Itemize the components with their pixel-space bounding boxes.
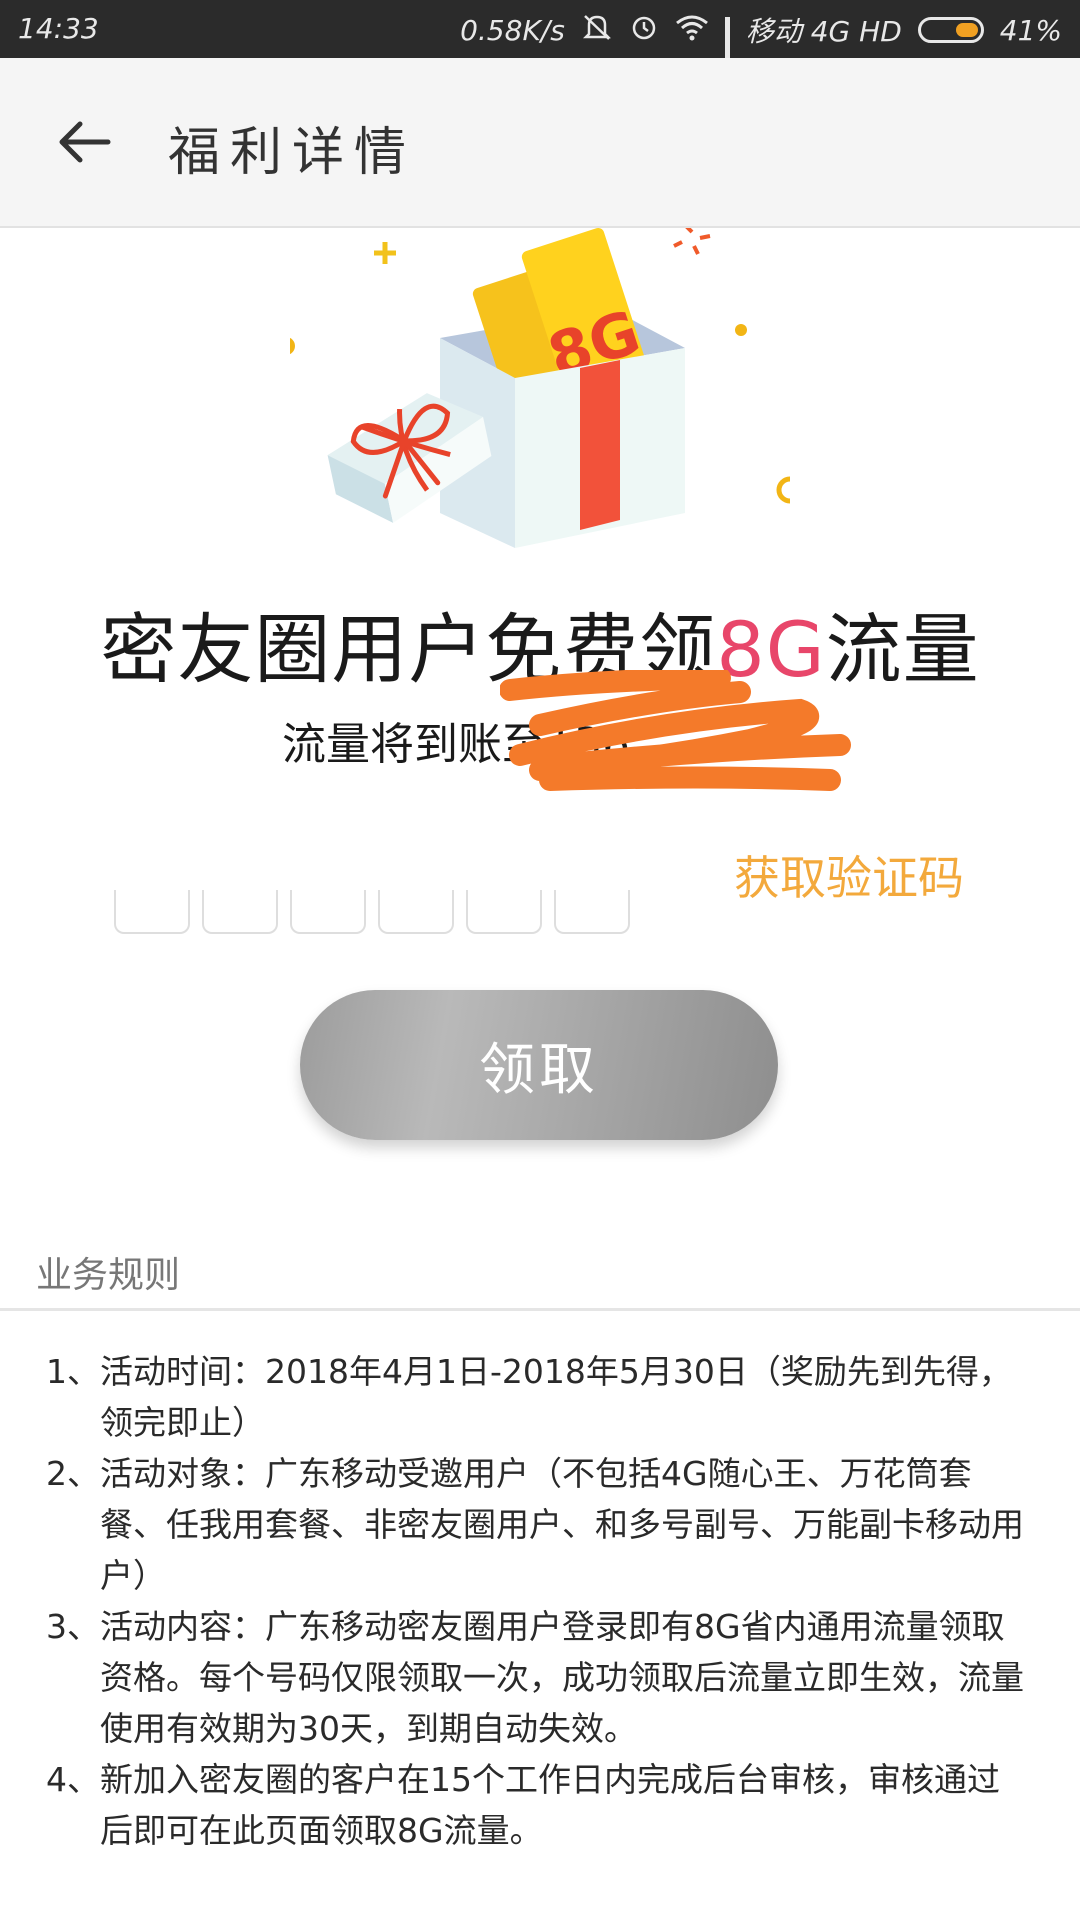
mute-icon: [581, 12, 613, 49]
get-code-button[interactable]: 获取验证码: [734, 842, 964, 908]
rule-item: 3、 活动内容：广东移动密友圈用户登录即有8G省内通用流量领取资格。每个号码仅限…: [46, 1601, 1026, 1754]
sparkle-dot-icon: [277, 337, 295, 355]
status-bar: 14:33 0.58K/s 移动 4G HD 41%: [0, 0, 1080, 113]
gift-box-illustration: 8G: [277, 224, 804, 558]
back-arrow-icon[interactable]: [56, 120, 112, 164]
rule-item: 4、 新加入密友圈的客户在15个工作日内完成后台审核，审核通过后即可在此页面领取…: [46, 1754, 1026, 1856]
rule-number: 1、: [46, 1352, 100, 1391]
rule-text: 活动时间：2018年4月1日-2018年5月30日（奖励先到先得，领完即止）: [100, 1352, 1012, 1442]
battery-icon: [917, 17, 984, 43]
code-digit-box[interactable]: [378, 890, 454, 934]
signal-icon: [724, 17, 730, 113]
rule-number: 4、: [46, 1760, 100, 1799]
wifi-icon: [675, 13, 709, 48]
rule-item: 1、 活动时间：2018年4月1日-2018年5月30日（奖励先到先得，领完即止…: [46, 1346, 1026, 1448]
sparkle-burst-icon: [673, 224, 711, 255]
code-digit-box[interactable]: [114, 890, 190, 934]
battery-percent: 41%: [999, 13, 1062, 47]
status-time: 14:33: [18, 12, 99, 45]
code-digit-box[interactable]: [290, 890, 366, 934]
rules-list: 1、 活动时间：2018年4月1日-2018年5月30日（奖励先到先得，领完即止…: [46, 1346, 1026, 1856]
code-digit-box[interactable]: [466, 890, 542, 934]
rule-text: 活动内容：广东移动密友圈用户登录即有8G省内通用流量领取资格。每个号码仅限领取一…: [100, 1607, 1024, 1748]
app-bar: 福利详情: [0, 58, 1080, 228]
sparkle-ring-icon: [776, 476, 804, 504]
rule-item: 2、 活动对象：广东移动受邀用户（不包括4G随心王、万花筒套餐、任我用套餐、非密…: [46, 1448, 1026, 1601]
carrier-label: 移动 4G HD: [745, 15, 902, 48]
status-icons: 0.58K/s 移动 4G HD 41%: [460, 10, 1062, 113]
rule-number: 2、: [46, 1454, 100, 1493]
redaction-scribble: [500, 670, 851, 791]
sparkle-plus-icon: [374, 242, 396, 264]
claim-button[interactable]: 领取: [300, 990, 778, 1140]
network-speed: 0.58K/s: [460, 13, 565, 47]
rule-text: 活动对象：广东移动受邀用户（不包括4G随心王、万花筒套餐、任我用套餐、非密友圈用…: [100, 1454, 1024, 1595]
rules-divider: [0, 1308, 1080, 1311]
rule-text: 新加入密友圈的客户在15个工作日内完成后台审核，审核通过后即可在此页面领取8G流…: [100, 1760, 1000, 1850]
page-title: 福利详情: [168, 123, 417, 183]
rule-number: 3、: [46, 1607, 100, 1646]
code-digit-box[interactable]: [202, 890, 278, 934]
alarm-icon: [629, 12, 659, 49]
rules-header: 业务规则: [36, 1255, 181, 1296]
code-digit-box[interactable]: [554, 890, 630, 934]
sparkle-dot-icon: [735, 324, 747, 336]
verification-code-input[interactable]: [114, 890, 630, 934]
